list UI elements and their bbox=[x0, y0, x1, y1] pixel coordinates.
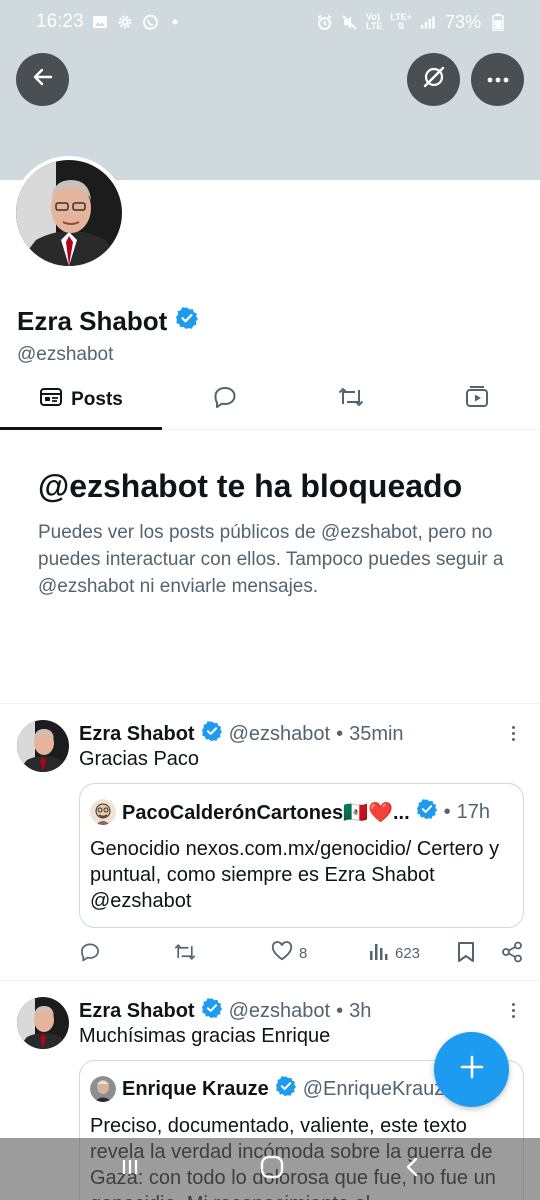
whatsapp-icon bbox=[142, 14, 159, 31]
tab-media[interactable] bbox=[414, 370, 540, 429]
like-button[interactable]: 8 bbox=[271, 941, 307, 965]
tweet-header: Ezra Shabot @ezshabot • 35min bbox=[79, 720, 404, 748]
tab-replies[interactable] bbox=[162, 370, 288, 429]
like-count: 8 bbox=[299, 944, 308, 962]
system-back-button[interactable] bbox=[402, 1155, 422, 1184]
verified-badge-icon bbox=[416, 798, 438, 826]
battery-percent: 73% bbox=[444, 11, 481, 32]
repost-icon bbox=[173, 941, 197, 967]
quoted-tweet[interactable]: PacoCalderónCartones🇲🇽❤️... • 17h Genoci… bbox=[79, 783, 524, 928]
more-button[interactable] bbox=[471, 53, 524, 106]
share-icon bbox=[501, 941, 523, 967]
profile-avatar[interactable] bbox=[12, 156, 126, 270]
quote-author-name: Enrique Krauze bbox=[122, 1077, 269, 1100]
tweet-text: Muchísimas gracias Enrique bbox=[79, 1025, 331, 1047]
quote-header: PacoCalderónCartones🇲🇽❤️... • 17h bbox=[90, 798, 515, 826]
bookmark-button[interactable] bbox=[457, 941, 475, 967]
more-horizontal-icon bbox=[486, 71, 510, 89]
tweet-time: 3h bbox=[349, 999, 372, 1022]
quote-avatar bbox=[90, 799, 116, 825]
quote-time: 17h bbox=[456, 800, 491, 823]
status-bar: 16:23 Vo) LTE LTE+ ⇅ 73% bbox=[0, 0, 540, 44]
home-button[interactable] bbox=[259, 1154, 285, 1185]
tweet-author-name[interactable]: Ezra Shabot bbox=[79, 723, 195, 746]
verified-badge-icon bbox=[201, 997, 223, 1025]
tweet-more-icon[interactable] bbox=[505, 998, 521, 1022]
tweet-author-name[interactable]: Ezra Shabot bbox=[79, 1000, 195, 1023]
views-button[interactable]: 623 bbox=[369, 941, 420, 965]
quote-avatar bbox=[90, 1076, 116, 1102]
profile-photo bbox=[16, 160, 122, 266]
battery-icon bbox=[489, 13, 506, 31]
verified-badge-icon bbox=[201, 720, 223, 748]
tab-posts[interactable]: Posts bbox=[0, 370, 162, 430]
recent-apps-button[interactable] bbox=[118, 1155, 142, 1184]
quote-author-name: PacoCalderónCartones🇲🇽❤️... bbox=[122, 801, 410, 824]
views-count: 623 bbox=[395, 944, 421, 962]
notification-dot-icon bbox=[167, 14, 184, 31]
repost-icon bbox=[337, 384, 365, 415]
mute-icon bbox=[341, 14, 358, 31]
heart-icon bbox=[271, 941, 293, 965]
reply-icon bbox=[79, 941, 101, 967]
profile-handle: @ezshabot bbox=[17, 344, 114, 365]
blocked-description: Puedes ver los posts públicos de @ezshab… bbox=[38, 522, 504, 597]
reply-button[interactable] bbox=[79, 941, 101, 967]
status-time: 16:23 bbox=[36, 11, 84, 32]
reply-icon bbox=[212, 384, 238, 415]
tweet-text: Gracias Paco bbox=[79, 748, 200, 770]
views-icon bbox=[369, 941, 389, 965]
grok-button[interactable] bbox=[407, 53, 460, 106]
tab-posts-label: Posts bbox=[71, 388, 123, 410]
tweet-author-handle: @ezshabot bbox=[228, 999, 331, 1022]
signal-icon bbox=[420, 14, 437, 31]
quote-separator: • bbox=[443, 800, 451, 823]
blocked-notice: @ezshabot te ha bloqueado Puedes ver los… bbox=[38, 466, 508, 600]
media-icon bbox=[464, 384, 490, 415]
tweet-author-handle: @ezshabot bbox=[228, 722, 331, 745]
tab-reposts[interactable] bbox=[288, 370, 414, 429]
quote-author-handle: @EnriqueKrauze bbox=[302, 1077, 456, 1100]
data-arrows-icon: ⇅ bbox=[397, 21, 405, 31]
back-button[interactable] bbox=[16, 53, 69, 106]
profile-name: Ezra Shabot bbox=[17, 306, 199, 337]
system-navigation-bar bbox=[0, 1138, 540, 1200]
grok-icon bbox=[421, 64, 447, 95]
plus-icon bbox=[459, 1054, 485, 1085]
tweet-separator: • bbox=[336, 999, 344, 1022]
profile-tabs: Posts bbox=[0, 370, 540, 430]
lte-label: LTE bbox=[366, 21, 383, 31]
posts-icon bbox=[39, 386, 63, 413]
blocked-title: @ezshabot te ha bloqueado bbox=[38, 468, 463, 504]
tweet-time: 35min bbox=[349, 722, 404, 745]
quote-text: Genocidio nexos.com.mx/genocidio/ Certer… bbox=[90, 838, 500, 912]
arrow-left-icon bbox=[31, 65, 55, 94]
verified-badge-icon[interactable] bbox=[175, 306, 199, 337]
compose-button[interactable] bbox=[434, 1032, 509, 1107]
tweet-item[interactable]: Ezra Shabot @ezshabot • 35min Gracias Pa… bbox=[0, 704, 540, 980]
tweet-more-icon[interactable] bbox=[505, 721, 521, 745]
profile-name-text: Ezra Shabot bbox=[17, 306, 168, 336]
bookmark-icon bbox=[457, 941, 475, 967]
settings-icon bbox=[117, 14, 134, 31]
tweet-header: Ezra Shabot @ezshabot • 3h bbox=[79, 997, 371, 1025]
alarm-icon bbox=[316, 14, 333, 31]
tweet-actions: 8 623 bbox=[79, 941, 524, 971]
repost-button[interactable] bbox=[173, 941, 197, 967]
tweet-separator: • bbox=[336, 722, 344, 745]
share-button[interactable] bbox=[501, 941, 523, 967]
verified-badge-icon bbox=[275, 1075, 297, 1103]
tweet-avatar[interactable] bbox=[17, 720, 69, 772]
gallery-icon bbox=[92, 14, 109, 31]
tweet-avatar[interactable] bbox=[17, 997, 69, 1049]
